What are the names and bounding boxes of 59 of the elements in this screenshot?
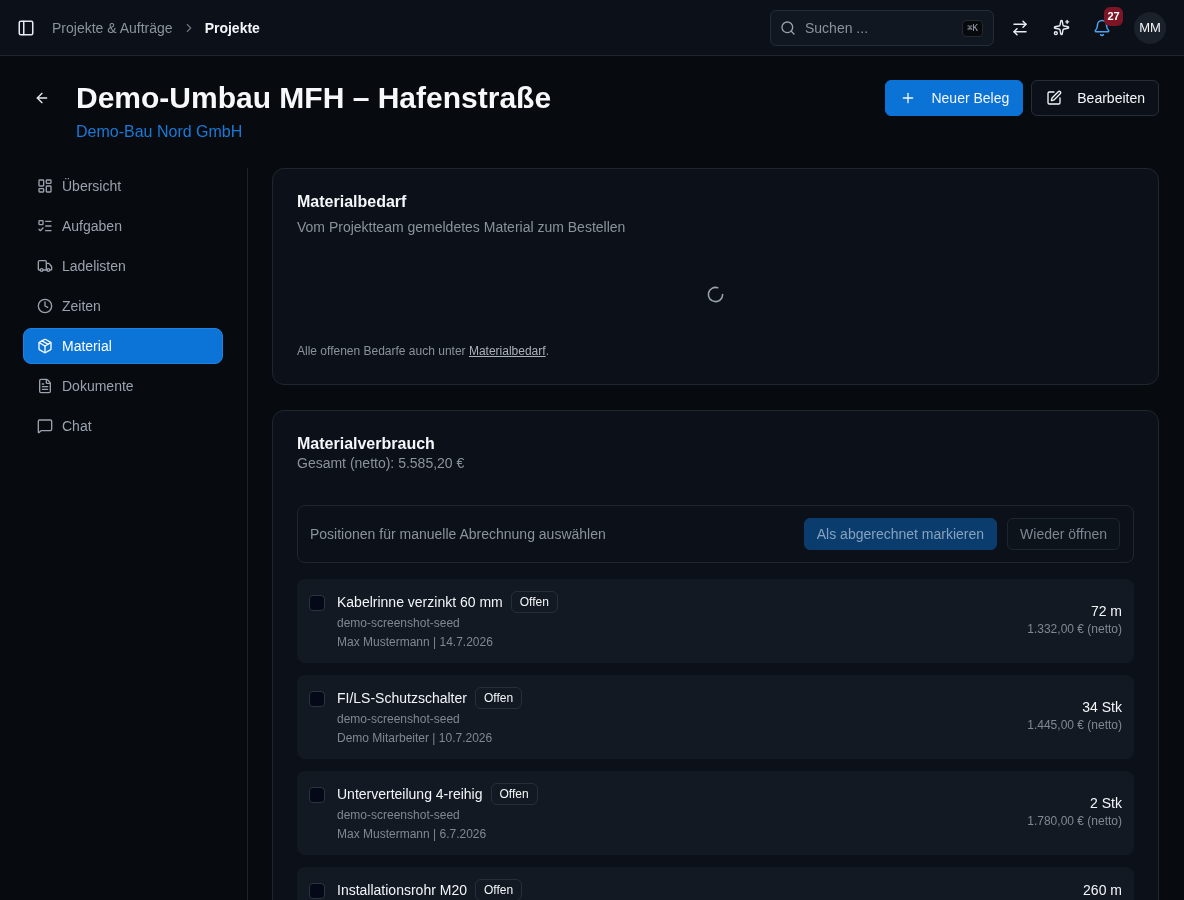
item-meta: Max Mustermann | 14.7.2026 — [337, 634, 493, 651]
item-name: FI/LS-Schutzschalter — [337, 690, 467, 706]
clock-icon — [37, 298, 53, 314]
row-checkbox[interactable] — [309, 883, 325, 899]
client-link[interactable]: Demo-Bau Nord GmbH — [76, 120, 243, 144]
item-name: Kabelrinne verzinkt 60 mm — [337, 594, 503, 610]
search-icon — [780, 19, 796, 36]
sidebar-item[interactable]: Dokumente — [23, 368, 223, 404]
edit-button[interactable]: Bearbeiten — [1031, 80, 1159, 116]
item-meta: Demo Mitarbeiter | 10.7.2026 — [337, 730, 493, 747]
item-quantity: 34 Stk — [1082, 698, 1122, 716]
item-quantity: 72 m — [1090, 602, 1122, 620]
item-price: 1.780,00 € (netto) — [1027, 813, 1122, 830]
status-badge: Offen — [474, 687, 523, 709]
sidebar-item[interactable]: Übersicht — [23, 168, 223, 204]
chat-bubble-icon — [37, 418, 53, 434]
notification-badge: 27 — [1104, 6, 1123, 26]
hint-text: Alle offenen Bedarfe auch unter Materialbedarf. — [297, 343, 550, 360]
new-document-button[interactable]: Neuer Beleg — [885, 80, 1024, 116]
status-badge: Offen — [510, 591, 558, 613]
card-subtitle: Vom Projektteam gemeldetes Material zum Bestellen — [297, 218, 627, 237]
sidebar-item[interactable]: Aufgaben — [23, 208, 223, 244]
edit-icon — [1046, 90, 1063, 106]
item-source: demo-screenshot-seed — [337, 711, 460, 728]
item-meta: Max Mustermann | 6.7.2026 — [337, 826, 487, 843]
item-price: 1.332,00 € (netto) — [1027, 621, 1122, 638]
sidebar-item[interactable]: Chat — [23, 408, 223, 444]
sidebar-item[interactable]: Zeiten — [23, 288, 223, 324]
row-checkbox[interactable] — [309, 787, 325, 803]
breadcrumb-link[interactable]: Projekte & Aufträge — [52, 19, 173, 36]
card-title: Materialbedarf — [297, 193, 408, 211]
toolbar-hint: Positionen für manuelle Abrechnung auswählen — [310, 526, 606, 542]
total-text: Gesamt (netto): 5.585,20 € — [297, 454, 466, 473]
sidebar-item[interactable]: Material — [23, 328, 223, 364]
breadcrumb-link[interactable]: Projekte — [204, 19, 260, 36]
user-avatar[interactable]: MM — [1134, 11, 1166, 44]
item-name: Installationsrohr M20 — [337, 882, 467, 898]
row-checkbox[interactable] — [309, 691, 325, 707]
box-icon — [37, 338, 53, 354]
dashboard-icon — [37, 178, 53, 194]
status-badge: Offen — [490, 783, 538, 805]
item-source: demo-screenshot-seed — [337, 807, 460, 824]
bell-icon — [1093, 18, 1111, 37]
item-name: Unterverteilung 4-reihig — [337, 786, 483, 802]
arrows-icon — [1011, 18, 1029, 37]
checklist-icon — [37, 218, 53, 234]
item-quantity: 2 Stk — [1090, 794, 1122, 812]
panel-icon — [17, 18, 35, 37]
truck-icon — [37, 258, 53, 274]
sparkles-icon — [1052, 19, 1070, 36]
item-quantity: 260 m — [1083, 881, 1122, 899]
materialbedarf-link[interactable]: Materialbedarf — [468, 344, 546, 358]
document-icon — [37, 378, 53, 394]
sidebar-item[interactable]: Ladelisten — [23, 248, 223, 284]
card-title: Materialverbrauch — [297, 435, 436, 453]
item-price: 1.445,00 € (netto) — [1027, 717, 1122, 734]
row-checkbox[interactable] — [309, 595, 325, 611]
item-source: demo-screenshot-seed — [337, 615, 460, 632]
project-title: Demo-Umbau MFH – Hafenstraße — [76, 80, 552, 116]
